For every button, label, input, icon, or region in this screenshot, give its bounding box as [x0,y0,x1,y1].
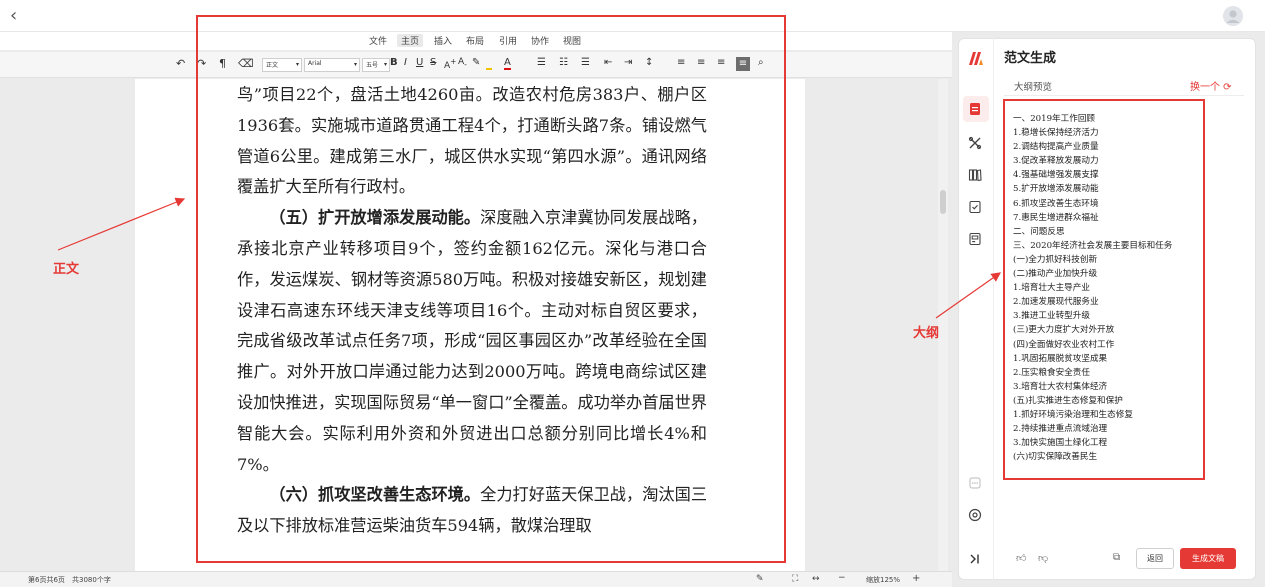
edit-mode-icon[interactable]: ✎ [756,574,764,584]
vertical-scrollbar[interactable] [938,79,948,571]
document-icon[interactable] [968,102,982,116]
outline-annotation-label: 大纲 [913,326,940,341]
user-avatar-icon[interactable] [1223,6,1243,26]
body-annotation-label: 正文 [53,262,80,277]
status-bar: 第6页共6页 共3080个字 ✎ ⛶ ↔ − 缩放125% + [0,571,952,587]
checklist-icon[interactable] [968,200,982,214]
divider [1004,95,1244,96]
scrollbar-thumb[interactable] [940,190,946,214]
zoom-in-icon[interactable]: + [912,573,920,584]
collapse-panel-icon[interactable] [968,552,982,566]
refresh-button[interactable]: 换一个 ⟳ [1190,78,1232,93]
template-icon[interactable] [968,232,982,246]
refresh-label: 换一个 [1190,82,1220,93]
thumbs-up-icon[interactable]: 👍︎ [1016,552,1026,564]
thumbs-down-icon[interactable]: 👎︎ [1038,552,1048,564]
undo-icon[interactable]: ↶ [176,57,185,70]
zoom-out-icon[interactable]: − [838,573,846,583]
fit-width-icon[interactable]: ↔ [812,574,820,584]
fit-page-icon[interactable]: ⛶ [792,574,798,584]
copy-icon[interactable]: ⧉ [1113,552,1120,563]
outline-preview-label: 大纲预览 [1014,82,1053,93]
tools-icon[interactable] [968,136,982,150]
body-highlight-box [196,15,786,563]
library-icon[interactable] [968,168,982,182]
back-chevron-icon[interactable]: ‹ [10,5,17,26]
outline-highlight-box [1003,99,1205,480]
refresh-icon: ⟳ [1220,82,1232,93]
page-count: 第6页共6页 [28,576,65,584]
panel-title: 范文生成 [1004,51,1057,66]
back-button[interactable]: 返回 [1136,548,1174,569]
generate-document-button[interactable]: 生成文稿 [1180,548,1236,569]
more-options-icon[interactable] [968,476,982,490]
settings-icon[interactable] [968,508,982,522]
word-count: 共3080个字 [72,576,111,584]
app-logo-icon [969,52,983,65]
zoom-level: 缩放125% [866,576,901,584]
